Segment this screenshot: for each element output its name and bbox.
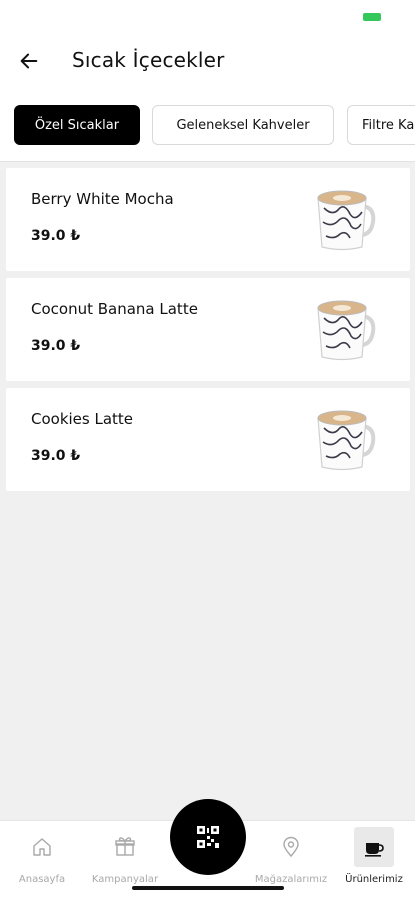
category-tabs: Özel Sıcaklar Geleneksel Kahveler Filtre… [0,90,415,162]
product-price: 39.0 ₺ [31,448,81,464]
tab-geleneksel-kahveler[interactable]: Geleneksel Kahveler [152,105,334,145]
top-bar: Sıcak İçecekler [0,36,415,90]
coffee-mug-image [317,300,376,361]
home-indicator [132,886,284,890]
qr-code-button[interactable] [170,799,246,875]
page-title: Sıcak İçecekler [72,48,225,72]
product-list: Berry White Mocha 39.0 ₺ Coconut Banana … [6,168,410,498]
nav-campaigns-label: Kampanyalar [91,874,159,885]
tab-filtre-kahveler[interactable]: Filtre Kahveler [347,105,415,145]
battery-icon [363,13,381,21]
coffee-mug-image [317,410,376,471]
back-button[interactable] [16,48,42,74]
arrow-left-icon [20,53,38,69]
status-bar [0,0,415,36]
nav-stores-label: Mağazalarımız [254,874,328,885]
product-card[interactable]: Berry White Mocha 39.0 ₺ [6,168,410,271]
nav-home[interactable]: Anasayfa [2,821,82,900]
qr-code-icon [197,826,219,848]
coffee-cup-icon [365,843,384,857]
tab-ozel-sicaklar[interactable]: Özel Sıcaklar [14,105,140,145]
product-price: 39.0 ₺ [31,228,81,244]
product-name: Berry White Mocha [31,190,174,208]
coffee-mug-image [317,190,376,251]
home-icon [33,838,51,856]
product-card[interactable]: Cookies Latte 39.0 ₺ [6,388,410,491]
nav-products-label: Ürünlerimiz [345,874,403,885]
product-name: Cookies Latte [31,410,134,428]
product-name: Coconut Banana Latte [31,300,198,318]
product-price: 39.0 ₺ [31,338,81,354]
location-pin-icon [283,836,299,858]
nav-home-label: Anasayfa [18,874,66,885]
nav-products[interactable]: Ürünlerimiz [334,821,414,900]
product-card[interactable]: Coconut Banana Latte 39.0 ₺ [6,278,410,381]
gift-icon [115,837,135,856]
